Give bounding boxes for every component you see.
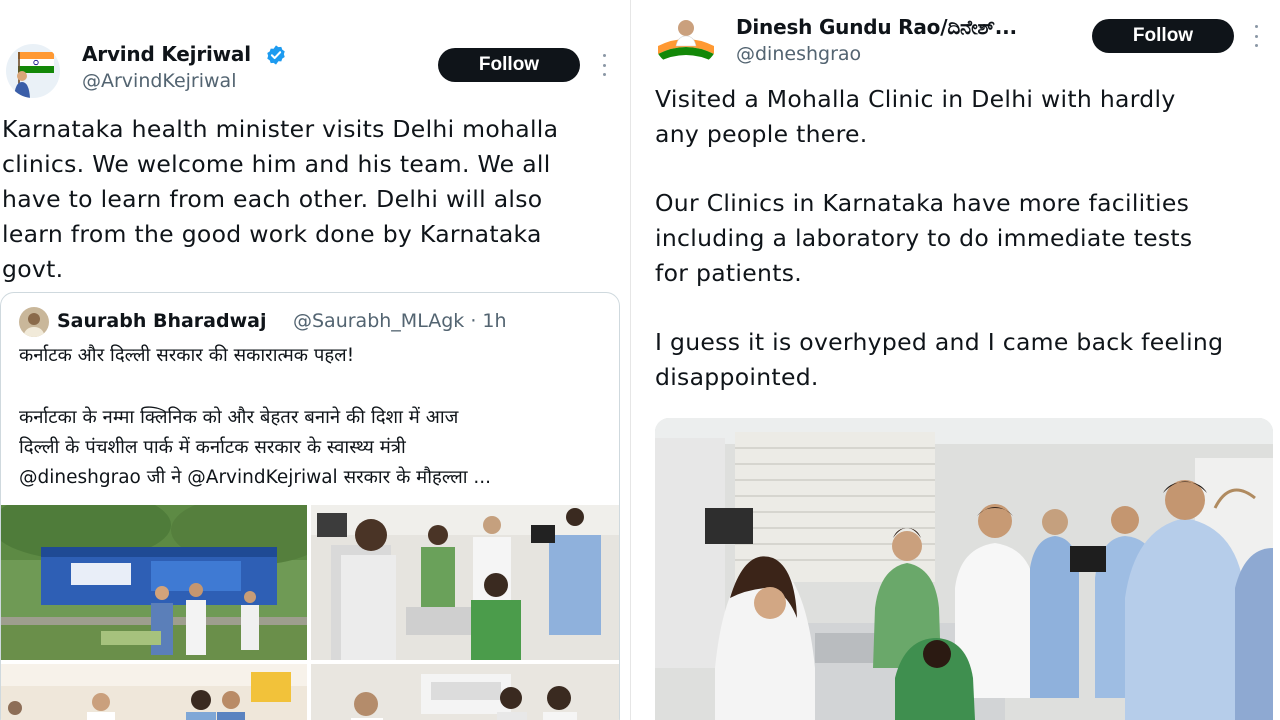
arvind-avatar[interactable] bbox=[6, 44, 60, 98]
tweet-text-line: Karnataka health minister visits Delhi m… bbox=[2, 115, 559, 143]
dinesh-avatar[interactable] bbox=[654, 12, 718, 68]
panel-divider bbox=[630, 0, 648, 720]
quote-photo-4[interactable] bbox=[311, 664, 619, 720]
quote-photo-3[interactable] bbox=[1, 664, 307, 720]
quote-text-line: @dineshgrao जी ने @ArvindKejriwal सरकार … bbox=[19, 467, 492, 488]
quote-handle-text[interactable]: @Saurabh_MLAgk bbox=[293, 310, 464, 332]
more-options-icon[interactable] bbox=[1253, 25, 1259, 47]
saurabh-avatar[interactable] bbox=[19, 307, 49, 337]
quote-text-line: दिल्ली के पंचशील पार्क में कर्नाटक सरकार… bbox=[19, 437, 406, 458]
author-handle[interactable]: @dineshgrao bbox=[736, 43, 861, 65]
quoted-tweet[interactable]: Saurabh Bharadwaj @Saurabh_MLAgk · 1h कर… bbox=[0, 292, 620, 720]
tweet-text-line: any people there. bbox=[655, 120, 868, 148]
tweet-text-line: including a laboratory to do immediate t… bbox=[655, 224, 1193, 252]
follow-button[interactable]: Follow bbox=[438, 48, 580, 82]
quote-text-line: कर्नाटका के नम्मा क्लिनिक को और बेहतर बन… bbox=[19, 407, 459, 428]
quote-author-name[interactable]: Saurabh Bharadwaj bbox=[57, 310, 266, 332]
tweet-text-line: have to learn from each other. Delhi wil… bbox=[2, 185, 543, 213]
dot-separator: · bbox=[470, 310, 477, 332]
quote-photo-1[interactable] bbox=[1, 505, 307, 660]
author-name[interactable]: Dinesh Gundu Rao/ದಿನೇಶ್... bbox=[736, 15, 1066, 39]
left-tweet-panel: Arvind Kejriwal @ArvindKejriwal Follow K… bbox=[0, 0, 630, 720]
tweet-text-line: for patients. bbox=[655, 259, 803, 287]
follow-button[interactable]: Follow bbox=[1092, 19, 1234, 53]
right-tweet-panel: Dinesh Gundu Rao/ದಿನೇಶ್... @dineshgrao F… bbox=[648, 0, 1280, 720]
tweet-text-line: Our Clinics in Karnataka have more facil… bbox=[655, 189, 1190, 217]
verified-badge-icon bbox=[265, 44, 287, 66]
author-name[interactable]: Arvind Kejriwal bbox=[82, 42, 251, 66]
tweet-text: Visited a Mohalla Clinic in Delhi with h… bbox=[655, 82, 1223, 395]
tweet-text-line: Visited a Mohalla Clinic in Delhi with h… bbox=[655, 85, 1176, 113]
tweet-photo[interactable] bbox=[655, 418, 1273, 720]
quote-time[interactable]: 1h bbox=[482, 310, 506, 332]
tweet-text-line: govt. bbox=[2, 255, 64, 283]
tweet-text: Karnataka health minister visits Delhi m… bbox=[2, 112, 558, 287]
more-options-icon[interactable] bbox=[601, 54, 607, 76]
quote-author-handle: @Saurabh_MLAgk · 1h bbox=[293, 310, 507, 332]
tweet-text-line: I guess it is overhyped and I came back … bbox=[655, 328, 1224, 356]
tweet-text-line: disappointed. bbox=[655, 363, 819, 391]
quote-text-line: कर्नाटक और दिल्ली सरकार की सकारात्मक पहल… bbox=[19, 345, 355, 366]
author-handle[interactable]: @ArvindKejriwal bbox=[82, 70, 236, 92]
tweet-text-line: learn from the good work done by Karnata… bbox=[2, 220, 542, 248]
tweet-text-line: clinics. We welcome him and his team. We… bbox=[2, 150, 551, 178]
quote-photo-2[interactable] bbox=[311, 505, 619, 660]
